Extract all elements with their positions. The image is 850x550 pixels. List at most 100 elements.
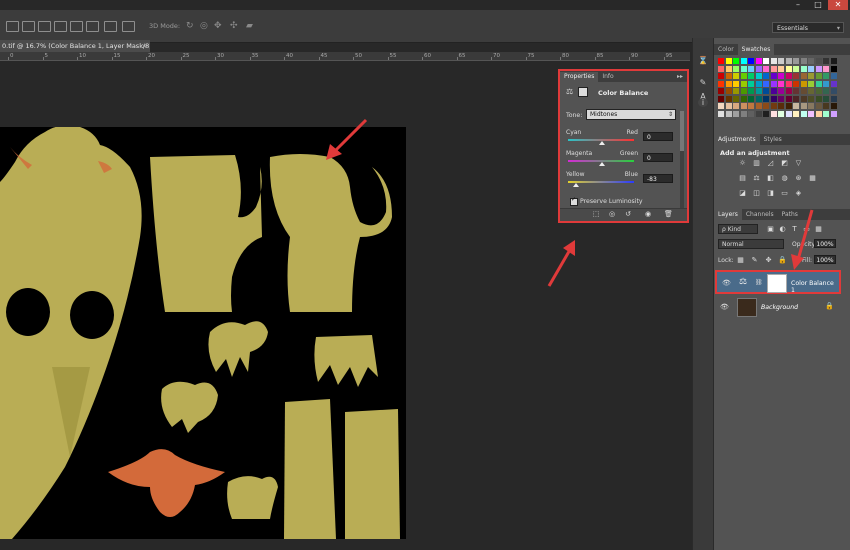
swatch[interactable]: [793, 58, 799, 64]
lock-position-icon[interactable]: ✥: [764, 256, 773, 264]
maximize-button[interactable]: □: [808, 0, 828, 10]
swatch[interactable]: [733, 88, 739, 94]
align-top-icon[interactable]: [6, 21, 19, 32]
swatch[interactable]: [830, 65, 837, 72]
swatch[interactable]: [770, 65, 777, 72]
history-icon[interactable]: ⌛: [698, 56, 708, 65]
swatch[interactable]: [725, 103, 732, 109]
levels-icon[interactable]: ▥: [752, 159, 761, 167]
layer-name[interactable]: Color Balance 1: [791, 280, 839, 294]
swatch[interactable]: [793, 110, 799, 117]
swatch[interactable]: [740, 103, 747, 109]
brush-icon[interactable]: ✎: [698, 78, 708, 87]
info-icon[interactable]: i: [698, 98, 708, 107]
filter-adjust-icon[interactable]: ◐: [778, 225, 787, 233]
swatch[interactable]: [808, 73, 814, 79]
swatch[interactable]: [740, 80, 747, 87]
swatch[interactable]: [718, 103, 724, 109]
align-vcenter-icon[interactable]: [22, 21, 35, 32]
opacity-input[interactable]: 100%: [814, 239, 836, 248]
tab-styles[interactable]: Styles: [760, 134, 786, 145]
swatch[interactable]: [778, 110, 784, 117]
swatch[interactable]: [830, 58, 837, 64]
distribute-icon[interactable]: [104, 21, 117, 32]
link-icon[interactable]: ⛓: [755, 279, 763, 286]
swatch[interactable]: [785, 73, 792, 79]
swatch[interactable]: [808, 58, 814, 64]
slider-value-input[interactable]: 0: [643, 132, 673, 141]
swatch[interactable]: [830, 103, 837, 109]
hue-saturation-icon[interactable]: ▤: [738, 174, 747, 182]
swatch[interactable]: [763, 80, 769, 87]
swatch[interactable]: [755, 110, 762, 117]
swatch[interactable]: [793, 65, 799, 72]
swatch[interactable]: [740, 65, 747, 72]
swatch[interactable]: [748, 58, 754, 64]
tab-channels[interactable]: Channels: [742, 209, 778, 220]
channel-mixer-icon[interactable]: ⊛: [794, 174, 803, 182]
swatch[interactable]: [823, 103, 829, 109]
eye-icon[interactable]: 👁: [720, 303, 729, 311]
swatch[interactable]: [763, 88, 769, 94]
swatch[interactable]: [830, 110, 837, 117]
swatch[interactable]: [725, 88, 732, 94]
swatch[interactable]: [823, 80, 829, 87]
swatch[interactable]: [770, 103, 777, 109]
fill-input[interactable]: 100%: [814, 255, 836, 264]
swatch[interactable]: [733, 103, 739, 109]
swatch[interactable]: [770, 73, 777, 79]
swatch[interactable]: [755, 65, 762, 72]
swatch[interactable]: [800, 58, 807, 64]
slider-value-input[interactable]: 0: [643, 153, 673, 162]
swatch[interactable]: [793, 95, 799, 102]
swatch[interactable]: [718, 58, 724, 64]
gradient-map-icon[interactable]: ▭: [780, 189, 789, 197]
toggle-visibility-icon[interactable]: ◉: [644, 211, 652, 218]
swatch[interactable]: [763, 110, 769, 117]
swatch[interactable]: [755, 95, 762, 102]
tab-layers[interactable]: Layers: [714, 209, 742, 220]
align-bottom-icon[interactable]: [38, 21, 51, 32]
swatch[interactable]: [770, 95, 777, 102]
3d-roll-icon[interactable]: ◎: [200, 21, 208, 31]
swatch[interactable]: [830, 88, 837, 94]
swatch[interactable]: [740, 73, 747, 79]
align-left-icon[interactable]: [54, 21, 67, 32]
swatch[interactable]: [725, 73, 732, 79]
slider-thumb[interactable]: [599, 162, 606, 166]
color-lookup-icon[interactable]: ▦: [808, 174, 817, 182]
swatch[interactable]: [740, 110, 747, 117]
swatch[interactable]: [740, 58, 747, 64]
eye-icon[interactable]: 👁: [722, 279, 731, 287]
swatch[interactable]: [808, 88, 814, 94]
color-balance-icon[interactable]: ⚖: [752, 174, 761, 182]
swatch[interactable]: [725, 65, 732, 72]
swatch[interactable]: [830, 73, 837, 79]
swatch[interactable]: [815, 80, 822, 87]
tone-select[interactable]: Midtones: [586, 109, 676, 120]
lock-all-icon[interactable]: 🔒: [778, 256, 787, 264]
swatch[interactable]: [778, 103, 784, 109]
swatch[interactable]: [808, 95, 814, 102]
swatch[interactable]: [778, 80, 784, 87]
swatch[interactable]: [830, 95, 837, 102]
tab-swatches[interactable]: Swatches: [737, 44, 775, 55]
swatch[interactable]: [763, 65, 769, 72]
swatch[interactable]: [823, 73, 829, 79]
slider-value-input[interactable]: -83: [643, 174, 673, 183]
swatch[interactable]: [770, 80, 777, 87]
swatch[interactable]: [793, 73, 799, 79]
swatch[interactable]: [748, 65, 754, 72]
close-button[interactable]: ✕: [828, 0, 848, 10]
swatch[interactable]: [823, 95, 829, 102]
swatch[interactable]: [823, 88, 829, 94]
swatch[interactable]: [718, 95, 724, 102]
minimize-button[interactable]: –: [788, 0, 808, 10]
blend-mode-select[interactable]: Normal: [718, 239, 784, 249]
swatch[interactable]: [725, 80, 732, 87]
tab-color[interactable]: Color: [714, 44, 738, 55]
swatch[interactable]: [785, 58, 792, 64]
swatch[interactable]: [763, 103, 769, 109]
swatch[interactable]: [733, 95, 739, 102]
swatch[interactable]: [793, 103, 799, 109]
